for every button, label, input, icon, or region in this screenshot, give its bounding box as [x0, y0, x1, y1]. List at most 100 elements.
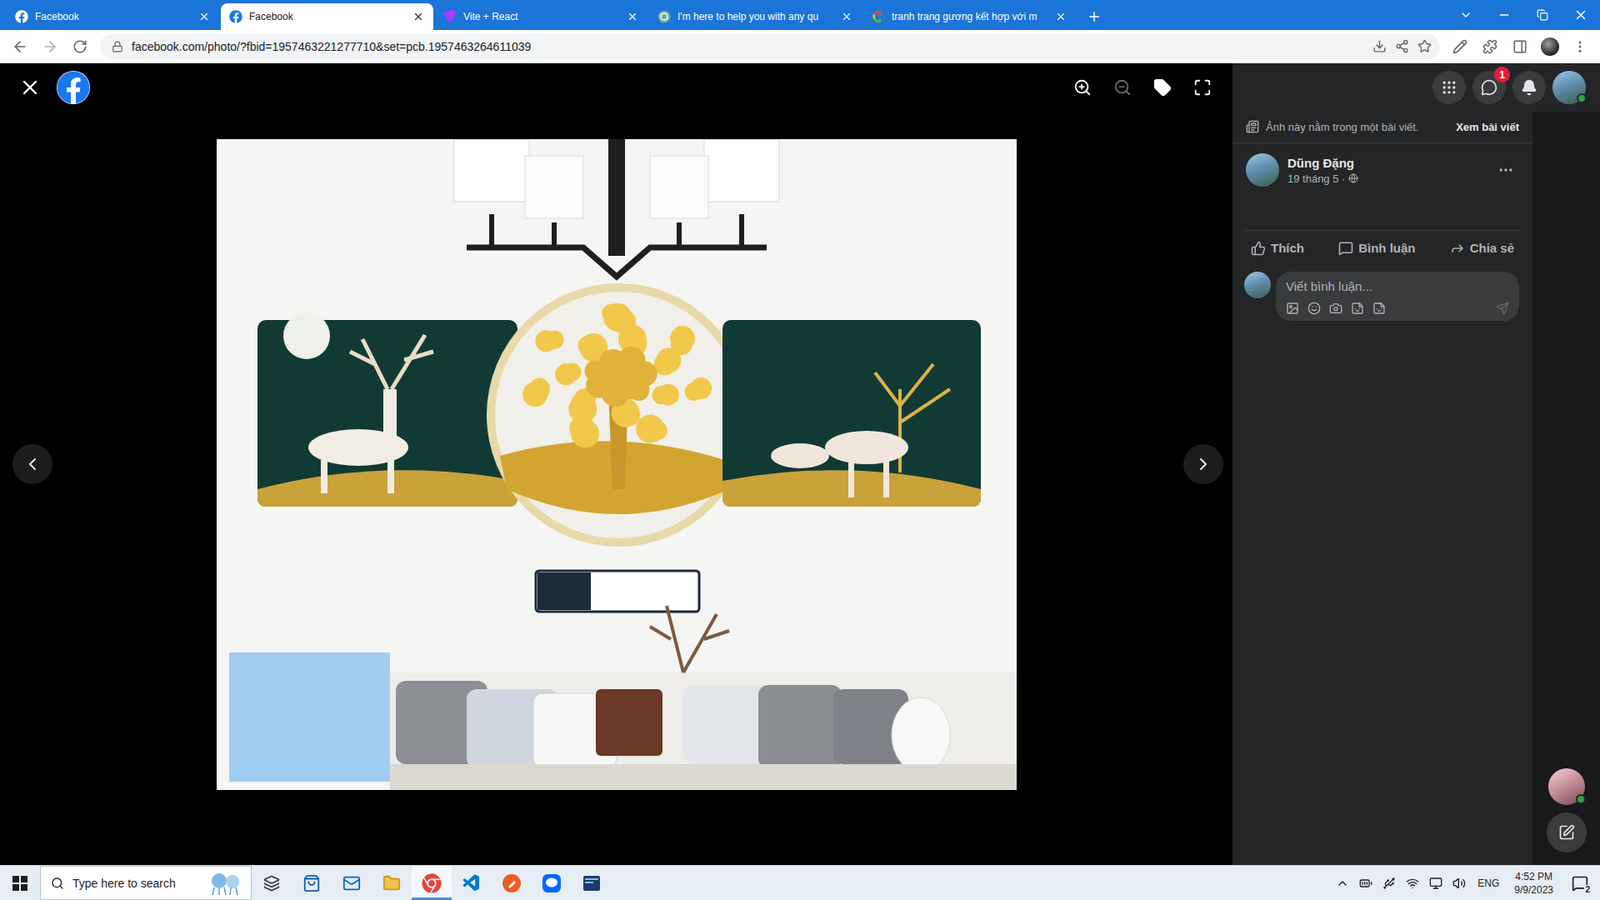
- input-language[interactable]: ENG: [1474, 877, 1503, 890]
- avatar-sticker-icon[interactable]: [1285, 301, 1300, 315]
- facebook-icon: [15, 10, 29, 24]
- zoom-out-button[interactable]: [1107, 72, 1138, 103]
- menu-button[interactable]: [1432, 70, 1466, 105]
- menu-button[interactable]: [1566, 33, 1594, 60]
- share-icon: [1450, 240, 1465, 256]
- taskbar-app[interactable]: [331, 865, 372, 900]
- browser-tab[interactable]: Vite + React: [435, 3, 648, 30]
- author-avatar[interactable]: [1245, 153, 1280, 187]
- volume-indicator[interactable]: [1450, 875, 1468, 892]
- tab-close-button[interactable]: [1054, 10, 1068, 24]
- profile-button[interactable]: [1536, 33, 1564, 60]
- taskbar-app[interactable]: [411, 865, 452, 900]
- chat-head-avatar[interactable]: [1548, 768, 1585, 805]
- post-date[interactable]: 19 tháng 5 ·: [1287, 172, 1485, 185]
- sticker-icon[interactable]: [1372, 301, 1386, 315]
- tag-icon: [1153, 78, 1172, 97]
- store-icon: [302, 874, 321, 893]
- browser-tab[interactable]: tranh trang gương kết hợp với m: [863, 3, 1076, 30]
- viewer-close-button[interactable]: [18, 75, 42, 100]
- view-post-link[interactable]: Xem bài viết: [1455, 120, 1520, 134]
- notifications-button[interactable]: [1512, 70, 1546, 105]
- tab-title: Facebook: [249, 10, 405, 24]
- battery-indicator[interactable]: [1357, 875, 1375, 892]
- chrome-icon: [421, 873, 442, 894]
- taskbar-app[interactable]: [291, 865, 332, 900]
- address-bar[interactable]: facebook.com/photo/?fbid=195746322127771…: [100, 34, 1440, 60]
- browser-tab[interactable]: I'm here to help you with any qu: [649, 3, 862, 30]
- taskbar-search[interactable]: [40, 865, 252, 900]
- restore-button[interactable]: [1523, 0, 1562, 30]
- action-center-button[interactable]: 2: [1565, 866, 1595, 900]
- previous-photo-button[interactable]: [12, 444, 53, 485]
- minimize-button[interactable]: [1485, 0, 1524, 30]
- bookmark-star-icon[interactable]: [1417, 39, 1432, 54]
- fullscreen-button[interactable]: [1187, 72, 1218, 103]
- comment-tools: [1285, 301, 1510, 315]
- taskbar-app[interactable]: [251, 865, 292, 900]
- close-icon: [1055, 10, 1067, 23]
- comment-button[interactable]: Bình luận: [1333, 240, 1420, 256]
- search-input[interactable]: [72, 876, 200, 890]
- window-close-button[interactable]: [1561, 0, 1600, 30]
- tray-overflow[interactable]: [1334, 875, 1351, 892]
- more-button[interactable]: [1492, 156, 1520, 184]
- tab-close-button[interactable]: [625, 10, 640, 24]
- install-icon[interactable]: [1372, 39, 1387, 54]
- extensions-button[interactable]: [1476, 33, 1504, 60]
- desktop-screen: Facebook Facebook Vite + ReactI'm here to …: [0, 0, 1600, 900]
- facebook-icon: [229, 10, 243, 24]
- tab-close-button[interactable]: [411, 10, 425, 24]
- windows-taskbar: ENG 4:52 PM9/9/20232: [0, 865, 1600, 900]
- usb-icon: [1382, 876, 1396, 890]
- gif-icon[interactable]: [1350, 301, 1365, 315]
- google-icon: [871, 10, 885, 24]
- zoom-in-button[interactable]: [1067, 72, 1098, 103]
- new-tab-button[interactable]: [1080, 3, 1108, 30]
- start-button[interactable]: [0, 865, 40, 900]
- taskbar-app[interactable]: [451, 865, 492, 900]
- side-panel-button[interactable]: [1506, 33, 1534, 60]
- taskbar-app[interactable]: [371, 865, 412, 900]
- tag-button[interactable]: [1147, 72, 1178, 103]
- comment-input[interactable]: [1285, 278, 1510, 295]
- browser-tab[interactable]: Facebook: [220, 3, 434, 30]
- emoji-icon[interactable]: [1307, 301, 1321, 315]
- taskbar-app[interactable]: [491, 865, 532, 900]
- tab-search-button[interactable]: [1446, 0, 1485, 30]
- camera-icon[interactable]: [1329, 301, 1343, 315]
- browser-toolbar: facebook.com/photo/?fbid=195746322127771…: [0, 30, 1600, 64]
- extension-button[interactable]: [1446, 33, 1474, 60]
- share-button[interactable]: Chia sẻ: [1445, 240, 1520, 256]
- send-icon[interactable]: [1495, 301, 1510, 315]
- taskbar-app[interactable]: [571, 865, 612, 900]
- facebook-logo-icon: [56, 70, 90, 105]
- close-icon: [626, 10, 639, 23]
- share-icon[interactable]: [1395, 39, 1410, 54]
- taskbar-app[interactable]: [531, 865, 572, 900]
- viewer-top-bar: [0, 63, 1233, 112]
- tab-close-button[interactable]: [840, 10, 854, 24]
- forward-button[interactable]: [36, 33, 64, 60]
- vite-icon: [443, 10, 457, 24]
- facebook-logo[interactable]: [56, 70, 90, 105]
- bell-icon: [1520, 79, 1538, 96]
- network-indicator[interactable]: [1427, 875, 1445, 892]
- next-photo-button[interactable]: [1183, 444, 1224, 485]
- tab-close-button[interactable]: [197, 10, 211, 24]
- messenger-button[interactable]: 1: [1472, 70, 1506, 105]
- usb-indicator[interactable]: [1380, 875, 1398, 892]
- taskbar-clock[interactable]: 4:52 PM9/9/2023: [1509, 870, 1559, 897]
- wifi-indicator[interactable]: [1404, 875, 1421, 892]
- back-button[interactable]: [6, 33, 34, 60]
- account-avatar[interactable]: [1552, 70, 1586, 105]
- like-button[interactable]: Thích: [1245, 240, 1310, 256]
- chevron-down-icon: [1459, 8, 1473, 22]
- chevron-right-icon: [1193, 454, 1214, 475]
- new-message-button[interactable]: [1546, 812, 1587, 853]
- status-dot: [1576, 93, 1587, 104]
- browser-tab[interactable]: Facebook: [6, 3, 220, 30]
- reload-button[interactable]: [66, 33, 94, 60]
- author-name[interactable]: Dũng Đặng: [1287, 155, 1485, 170]
- like-icon: [1250, 240, 1266, 256]
